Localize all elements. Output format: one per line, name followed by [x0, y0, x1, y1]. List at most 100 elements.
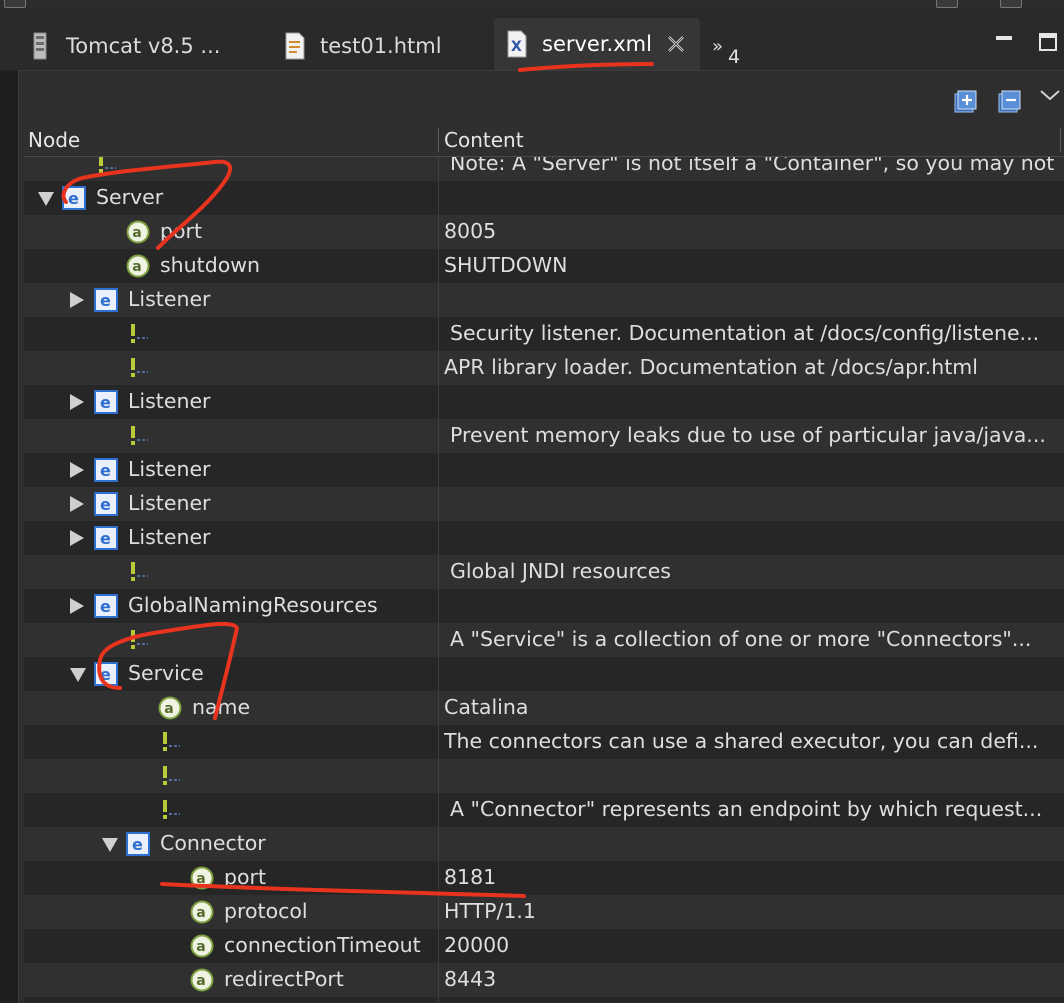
expand-arrow-closed-icon[interactable]	[70, 598, 84, 614]
node-content[interactable]: A "Service" is a collection of one or mo…	[450, 627, 1062, 651]
expand-arrow-closed-icon[interactable]	[70, 394, 84, 410]
svg-text:e: e	[100, 393, 111, 412]
svg-text:e: e	[100, 461, 111, 480]
tree-row-comment[interactable]: Security listener. Documentation at /doc…	[24, 317, 1064, 351]
tree-row-attribute[interactable]: a redirectPort 8443	[24, 963, 1064, 997]
tree-row-comment[interactable]: Prevent memory leaks due to use of parti…	[24, 419, 1064, 453]
column-header-node[interactable]: Node	[28, 128, 80, 152]
expand-arrow-open-icon[interactable]	[102, 838, 118, 852]
attribute-icon: a	[190, 968, 214, 992]
column-divider-line	[438, 759, 439, 793]
tree-row-attribute[interactable]: a connectionTimeout 20000	[24, 929, 1064, 963]
tab-test01-html[interactable]: test01.html	[284, 22, 442, 70]
maximize-icon[interactable]	[1038, 32, 1058, 52]
node-content[interactable]: Security listener. Documentation at /doc…	[450, 321, 1062, 345]
view-menu-chevron-down-icon[interactable]	[1038, 84, 1062, 108]
tree-row-attribute[interactable]: a port 8005	[24, 215, 1064, 249]
expand-arrow-closed-icon[interactable]	[70, 530, 84, 546]
tab-label: test01.html	[320, 34, 442, 58]
node-content[interactable]: APR library loader. Documentation at /do…	[444, 355, 1056, 379]
close-icon[interactable]	[666, 34, 686, 54]
node-content[interactable]: SHUTDOWN	[444, 253, 1056, 277]
expand-arrow-closed-icon[interactable]	[70, 496, 84, 512]
node-content[interactable]: Global JNDI resources	[450, 559, 1062, 583]
tree-row-element[interactable]: e Connector	[24, 827, 1064, 861]
column-divider-line	[438, 249, 439, 283]
minimize-icon[interactable]	[994, 32, 1014, 52]
tree-row-comment[interactable]: The connectors can use a shared executor…	[24, 725, 1064, 759]
column-divider-line	[438, 419, 439, 453]
node-label: Service	[128, 661, 204, 685]
node-label: GlobalNamingResources	[128, 593, 378, 617]
column-divider-line	[438, 181, 439, 215]
comment-icon	[163, 800, 180, 819]
element-icon: e	[94, 594, 118, 618]
collapse-all-icon[interactable]	[998, 90, 1022, 114]
tab-server-xml[interactable]: X server.xml	[494, 18, 700, 70]
expand-arrow-closed-icon[interactable]	[70, 292, 84, 308]
node-content[interactable]: The connectors can use a shared executor…	[444, 729, 1056, 753]
node-content[interactable]: Note: A "Server" is not itself a "Contai…	[450, 157, 1062, 175]
node-content[interactable]: 8443	[444, 967, 1056, 991]
expand-arrow-closed-icon[interactable]	[70, 462, 84, 478]
tree-row-comment[interactable]: A "Connector" represents an endpoint by …	[24, 793, 1064, 827]
node-content[interactable]: 8181	[444, 865, 1056, 889]
tree-row-element[interactable]: e Listener	[24, 385, 1064, 419]
html-file-icon	[285, 32, 305, 60]
column-divider[interactable]	[1060, 128, 1061, 152]
node-label: Listener	[128, 525, 211, 549]
expand-arrow-open-icon[interactable]	[38, 192, 54, 206]
tree-row-element[interactable]: e Service	[24, 657, 1064, 691]
node-content[interactable]: A "Connector" represents an endpoint by …	[450, 797, 1062, 821]
tree-row-attribute[interactable]: a name Catalina	[24, 691, 1064, 725]
xml-tree-view[interactable]: Node Content Note: A "Server" is not its…	[24, 124, 1064, 1002]
tree-row-comment[interactable]: A "Service" is a collection of one or mo…	[24, 623, 1064, 657]
tree-row-element[interactable]: e Listener	[24, 283, 1064, 317]
tree-row-element[interactable]: e Listener	[24, 487, 1064, 521]
tree-row-element[interactable]: e GlobalNamingResources	[24, 589, 1064, 623]
tree-row-element[interactable]: e Listener	[24, 453, 1064, 487]
column-divider-line	[438, 861, 439, 895]
attribute-icon: a	[190, 866, 214, 890]
expand-all-icon[interactable]	[954, 90, 978, 114]
attribute-icon: a	[190, 934, 214, 958]
node-content[interactable]: Catalina	[444, 695, 1056, 719]
node-label: protocol	[224, 899, 308, 923]
node-content[interactable]: HTTP/1.1	[444, 899, 1056, 923]
tree-row-comment[interactable]	[24, 759, 1064, 793]
comment-icon	[99, 157, 116, 173]
tab-overflow-chevron[interactable]: »	[712, 36, 723, 57]
column-divider-line	[438, 793, 439, 827]
tab-overflow-count[interactable]: 4	[728, 46, 740, 68]
tab-tomcat-server[interactable]: Tomcat v8.5 ...	[30, 22, 220, 70]
svg-text:a: a	[132, 259, 141, 275]
element-icon: e	[94, 492, 118, 516]
expand-arrow-open-icon[interactable]	[70, 668, 86, 682]
element-icon: e	[94, 288, 118, 312]
node-content[interactable]: Prevent memory leaks due to use of parti…	[450, 423, 1062, 447]
column-divider-line	[438, 895, 439, 929]
column-divider[interactable]	[438, 128, 439, 152]
toolbar-fragment	[936, 0, 958, 8]
tree-rows: Note: A "Server" is not itself a "Contai…	[24, 157, 1064, 1002]
attribute-icon: a	[190, 900, 214, 924]
column-divider-line	[438, 657, 439, 691]
node-content[interactable]: 8005	[444, 219, 1056, 243]
column-header-content[interactable]: Content	[444, 128, 524, 152]
column-divider-line	[438, 283, 439, 317]
tree-row-attribute[interactable]: a protocol HTTP/1.1	[24, 895, 1064, 929]
tree-row-comment[interactable]: APR library loader. Documentation at /do…	[24, 351, 1064, 385]
node-content[interactable]: 20000	[444, 933, 1056, 957]
element-icon: e	[94, 662, 118, 686]
column-divider-line	[438, 827, 439, 861]
tree-row-comment[interactable]: Global JNDI resources	[24, 555, 1064, 589]
tree-row-comment[interactable]	[24, 997, 1064, 1002]
tree-row-attribute[interactable]: a shutdown SHUTDOWN	[24, 249, 1064, 283]
comment-icon	[131, 358, 148, 377]
svg-text:e: e	[100, 529, 111, 548]
tree-row-comment[interactable]: Note: A "Server" is not itself a "Contai…	[24, 157, 1064, 181]
tree-row-attribute[interactable]: a port 8181	[24, 861, 1064, 895]
tree-row-element[interactable]: e Listener	[24, 521, 1064, 555]
node-label: connectionTimeout	[224, 933, 421, 957]
tree-row-element[interactable]: e Server	[24, 181, 1064, 215]
